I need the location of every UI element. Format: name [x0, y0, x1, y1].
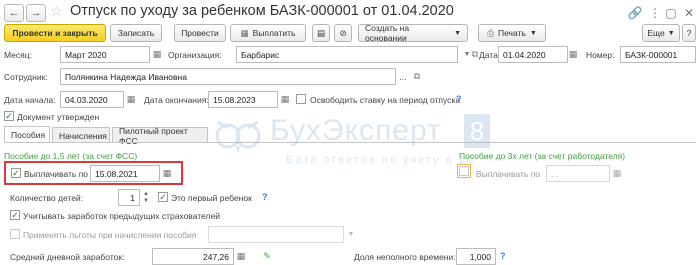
attach-button[interactable]: ⊘: [334, 24, 352, 42]
calendar-icon[interactable]: ▦: [566, 46, 580, 63]
help-icon[interactable]: ?: [500, 251, 506, 261]
tab-benefits[interactable]: Пособия: [4, 126, 50, 143]
watermark-tagline: База ответов по учету в 1С: [286, 154, 477, 166]
open-icon[interactable]: ⧉: [410, 68, 424, 85]
part-time-label: Доля неполного времени:: [354, 252, 456, 262]
more-button[interactable]: Еще ▼: [642, 24, 680, 42]
children-count-field[interactable]: 1: [118, 189, 140, 206]
privileges-field[interactable]: [208, 226, 344, 243]
printer-icon: ⎙: [487, 27, 494, 38]
arrow-right-icon: →: [30, 7, 42, 19]
chevron-down-icon: ▼: [529, 29, 537, 37]
link-icon[interactable]: 🔗: [626, 4, 644, 22]
forward-button[interactable]: →: [26, 4, 46, 22]
month-label: Месяц:: [4, 50, 32, 60]
report-icon: ▤: [316, 27, 326, 38]
help-icon[interactable]: ?: [456, 94, 462, 104]
calendar-icon[interactable]: ▦: [610, 165, 624, 182]
number-field[interactable]: БАЗК-000001: [620, 46, 696, 63]
employer-section-title: Пособие до 3х лет (за счет работодателя): [459, 151, 626, 161]
end-date-field[interactable]: 15.08.2023: [208, 91, 278, 108]
part-time-field[interactable]: 1,000: [456, 248, 496, 265]
post-button[interactable]: Провести: [174, 24, 226, 42]
chevron-up-icon: ▲: [143, 190, 149, 197]
pay-button[interactable]: ▦ Выплатить: [230, 24, 306, 42]
page-title: Отпуск по уходу за ребенком БАЗК-000001 …: [70, 3, 454, 19]
edit-pencil-icon[interactable]: ✎: [260, 248, 274, 265]
start-date-field[interactable]: 04.03.2020: [60, 91, 124, 108]
calculator-icon[interactable]: ▦: [234, 248, 248, 265]
approved-checkbox[interactable]: ✓: [4, 111, 14, 121]
print-button[interactable]: ⎙ Печать ▼: [478, 24, 546, 42]
approved-label: Документ утвержден: [17, 112, 100, 122]
number-label: Номер:: [586, 50, 615, 60]
pay-label: Выплатить: [252, 28, 296, 38]
release-rate-checkbox[interactable]: [296, 94, 306, 104]
calendar-icon[interactable]: ▦: [124, 91, 138, 108]
month-field[interactable]: Март 2020: [60, 46, 150, 63]
pay-until-checkbox[interactable]: ✓: [11, 168, 21, 178]
back-button[interactable]: ←: [4, 4, 24, 22]
start-date-label: Дата начала:: [4, 95, 56, 105]
fss-section-title: Пособие до 1,5 лет (за счет ФСС): [4, 151, 138, 161]
owl-logo-icon: [215, 120, 261, 154]
avg-earnings-field[interactable]: 247,26: [152, 248, 234, 265]
close-icon[interactable]: ✕: [680, 4, 698, 22]
organization-field[interactable]: Барбарис: [236, 46, 458, 63]
employee-field[interactable]: Полянкина Надежда Ивановна: [60, 68, 396, 85]
chevron-down-icon: ▼: [667, 29, 675, 37]
create-based-on-label: Создать на основании: [365, 23, 410, 43]
privileges-checkbox[interactable]: [10, 229, 20, 239]
avg-earnings-label: Средний дневной заработок:: [10, 252, 125, 262]
choose-button[interactable]: ...: [396, 68, 410, 85]
calendar-icon[interactable]: ▦: [278, 91, 292, 108]
calendar-icon[interactable]: ▦: [160, 165, 174, 182]
tab-accruals[interactable]: Начисления: [52, 127, 110, 143]
print-label: Печать: [498, 28, 526, 38]
pay-until-field[interactable]: 15.08.2021: [90, 165, 160, 182]
help-button[interactable]: ?: [682, 24, 696, 42]
children-count-label: Количество детей:: [10, 193, 84, 203]
prev-insurers-label: Учитывать заработок предыдущих страховат…: [23, 211, 220, 221]
watermark-number: 8: [464, 114, 490, 148]
date-field[interactable]: 01.04.2020: [498, 46, 568, 63]
first-child-label: Это первый ребенок: [171, 193, 252, 203]
create-based-on-button[interactable]: Создать на основании ▼: [358, 23, 468, 43]
chevron-down-icon: ▼: [454, 29, 461, 37]
save-button[interactable]: Записать: [110, 24, 162, 42]
pay-until-label: Выплачивать по: [24, 169, 89, 179]
dropdown-icon[interactable]: ▼: [344, 226, 358, 243]
employee-label: Сотрудник:: [4, 72, 48, 82]
end-date-label: Дата окончания:: [144, 95, 209, 105]
arrow-left-icon: ←: [8, 7, 20, 19]
paperclip-icon: ⊘: [339, 27, 347, 38]
post-and-close-button[interactable]: Провести и закрыть: [4, 24, 106, 42]
chevron-down-icon: ▼: [143, 197, 149, 204]
children-count-stepper[interactable]: ▲ ▼: [142, 189, 150, 206]
tab-fss-pilot[interactable]: Пилотный проект ФСС: [112, 126, 208, 146]
employer-pay-until-label: Выплачивать по: [476, 169, 541, 179]
prev-insurers-checkbox[interactable]: ✓: [10, 210, 20, 220]
first-child-checkbox[interactable]: ✓: [158, 192, 168, 202]
help-icon[interactable]: ?: [262, 192, 268, 202]
favorite-star-icon[interactable]: ☆: [50, 3, 63, 20]
watermark-brand: БухЭксперт: [270, 114, 442, 147]
date-label: Дата:: [479, 50, 501, 60]
employer-pay-until-field[interactable]: . .: [546, 165, 610, 182]
privileges-label: Применять льготы при начислении пособия: [23, 230, 197, 240]
report-button[interactable]: ▤: [312, 24, 330, 42]
pay-icon: ▦: [240, 27, 249, 38]
release-rate-label: Освободить ставку на период отпуска: [310, 95, 461, 105]
more-label: Еще: [647, 28, 665, 38]
maximize-icon[interactable]: ▢: [662, 4, 680, 22]
organization-label: Организация:: [168, 50, 222, 60]
employer-pay-until-checkbox[interactable]: [459, 166, 469, 176]
calendar-icon[interactable]: ▦: [150, 46, 164, 63]
